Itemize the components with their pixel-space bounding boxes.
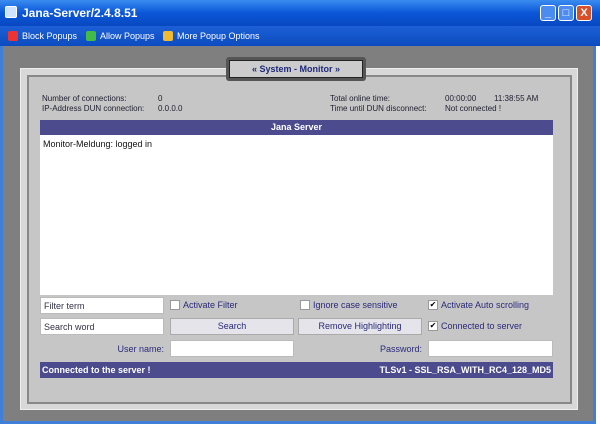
maximize-button[interactable]: □ bbox=[558, 5, 574, 21]
username-label: User name: bbox=[117, 344, 164, 354]
menu-allow-popups[interactable]: Allow Popups bbox=[86, 31, 155, 41]
remove-highlighting-button[interactable]: Remove Highlighting bbox=[298, 318, 422, 335]
dun-label: Time until DUN disconnect: bbox=[330, 104, 427, 113]
ip-label: IP-Address DUN connection: bbox=[42, 104, 145, 113]
status-bar: Connected to the server ! TLSv1 - SSL_RS… bbox=[40, 362, 553, 378]
block-popups-icon bbox=[8, 31, 18, 41]
password-input[interactable] bbox=[428, 340, 553, 357]
checkbox-box bbox=[170, 300, 180, 310]
online-time-label: Total online time: bbox=[330, 94, 391, 103]
connections-value: 0 bbox=[158, 94, 163, 103]
menu-block-popups[interactable]: Block Popups bbox=[8, 31, 77, 41]
auto-scroll-checkbox[interactable]: ✔ Activate Auto scrolling bbox=[428, 300, 529, 310]
password-label: Password: bbox=[379, 344, 422, 354]
dun-value: Not connected ! bbox=[445, 104, 502, 113]
ignore-case-checkbox[interactable]: Ignore case sensitive bbox=[300, 300, 398, 310]
filter-input[interactable] bbox=[40, 297, 164, 314]
menu-label: More Popup Options bbox=[177, 31, 260, 41]
log-area[interactable]: Monitor-Meldung: logged in bbox=[40, 135, 553, 295]
monitor-title-plate: « System - Monitor » bbox=[226, 57, 366, 81]
activate-filter-checkbox[interactable]: Activate Filter bbox=[170, 300, 238, 310]
search-button[interactable]: Search bbox=[170, 318, 294, 335]
checkmark-icon: ✔ bbox=[428, 300, 438, 310]
checkbox-label: Connected to server bbox=[441, 321, 523, 331]
connected-checkbox[interactable]: ✔ Connected to server bbox=[428, 321, 522, 331]
status-message: Connected to the server ! bbox=[42, 365, 151, 375]
search-input[interactable] bbox=[40, 318, 164, 335]
online-time-value: 00:00:00 bbox=[445, 94, 477, 103]
username-input[interactable] bbox=[170, 340, 294, 357]
ip-value: 0.0.0.0 bbox=[158, 104, 183, 113]
clock: 11:38:55 AM bbox=[494, 94, 539, 103]
window-title: Jana-Server/2.4.8.51 bbox=[22, 6, 138, 20]
checkmark-icon: ✔ bbox=[428, 321, 438, 331]
menu-more-popup-options[interactable]: More Popup Options bbox=[163, 31, 260, 41]
log-line: Monitor-Meldung: logged in bbox=[43, 139, 153, 149]
connections-label: Number of connections: bbox=[42, 94, 127, 103]
title-bar: Jana-Server/2.4.8.51 _ □ X bbox=[0, 0, 600, 26]
menu-label: Block Popups bbox=[22, 31, 78, 41]
log-header: Jana Server bbox=[40, 120, 553, 135]
checkbox-label: Activate Auto scrolling bbox=[441, 300, 530, 310]
checkbox-box bbox=[300, 300, 310, 310]
menu-label: Allow Popups bbox=[100, 31, 155, 41]
close-button[interactable]: X bbox=[576, 5, 592, 21]
popup-options-icon bbox=[163, 31, 173, 41]
monitor-title: « System - Monitor » bbox=[229, 60, 363, 78]
checkbox-label: Ignore case sensitive bbox=[313, 300, 398, 310]
checkbox-label: Activate Filter bbox=[183, 300, 238, 310]
app-icon bbox=[5, 6, 17, 18]
cipher-info: TLSv1 - SSL_RSA_WITH_RC4_128_MD5 bbox=[379, 365, 551, 375]
menu-bar: Block Popups Allow Popups More Popup Opt… bbox=[0, 26, 600, 46]
allow-popups-icon bbox=[86, 31, 96, 41]
minimize-button[interactable]: _ bbox=[540, 5, 556, 21]
